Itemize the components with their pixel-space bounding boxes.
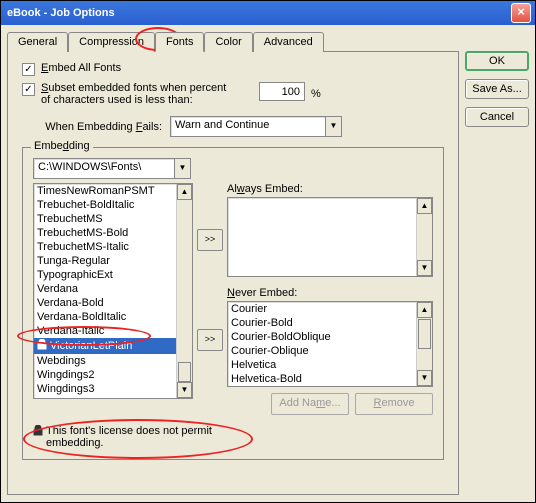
chevron-down-icon: ▼ — [325, 117, 341, 136]
scroll-thumb[interactable] — [418, 319, 431, 349]
embed-all-label: Embed All Fonts — [41, 62, 121, 74]
scrollbar[interactable]: ▲ ▼ — [176, 184, 192, 398]
lock-icon — [33, 425, 43, 439]
scroll-down-icon[interactable]: ▼ — [417, 260, 432, 276]
font-list[interactable]: TimesNewRomanPSMTTrebuchet-BoldItalicTre… — [33, 183, 193, 399]
scrollbar[interactable]: ▲ ▼ — [416, 198, 432, 276]
scroll-down-icon[interactable]: ▼ — [177, 382, 192, 398]
tab-panel-fonts: ✓ Embed All Fonts ✓ Subset embedded font… — [7, 52, 459, 495]
scrollbar[interactable]: ▲ ▼ — [416, 302, 432, 386]
when-fails-label: When Embedding Fails: — [22, 121, 162, 133]
never-item[interactable]: Courier-BoldOblique — [228, 330, 416, 344]
never-item[interactable]: Helvetica — [228, 358, 416, 372]
subset-row: ✓ Subset embedded fonts when percentof c… — [22, 82, 444, 106]
remove-button[interactable]: Remove — [355, 393, 433, 415]
embedding-group: Embedding C:\WINDOWS\Fonts\ ▼ TimesNewRo… — [22, 147, 444, 460]
scroll-up-icon[interactable]: ▲ — [417, 302, 432, 318]
font-item[interactable]: Trebuchet-BoldItalic — [34, 198, 176, 212]
license-text: This font's license does not permit embe… — [46, 425, 246, 449]
tab-color[interactable]: Color — [204, 32, 252, 52]
never-item[interactable]: Helvetica-Bold — [228, 372, 416, 386]
subset-percent-input[interactable] — [259, 82, 305, 101]
subset-label: Subset embedded fonts when percentof cha… — [41, 82, 241, 106]
ok-button[interactable]: OK — [465, 51, 529, 71]
font-item[interactable]: TrebuchetMS-Bold — [34, 226, 176, 240]
font-item[interactable]: Wingdings-Regular — [34, 396, 176, 399]
font-item[interactable]: Webdings — [34, 354, 176, 368]
font-item[interactable]: TimesNewRomanPSMT — [34, 184, 176, 198]
always-embed-list[interactable]: ▲ ▼ — [227, 197, 433, 277]
tab-strip: General Compression Fonts Color Advanced — [7, 31, 459, 52]
license-note: This font's license does not permit embe… — [33, 425, 433, 449]
tab-compression[interactable]: Compression — [68, 32, 155, 52]
lock-icon — [37, 339, 47, 353]
font-item[interactable]: TypographicExt — [34, 268, 176, 282]
percent-sign: % — [311, 88, 321, 100]
font-item[interactable]: Verdana-Bold — [34, 296, 176, 310]
embedding-group-title: Embedding — [31, 140, 93, 152]
subset-checkbox[interactable]: ✓ — [22, 83, 35, 96]
tab-fonts[interactable]: Fonts — [155, 32, 205, 52]
chevron-down-icon: ▼ — [174, 159, 190, 178]
always-embed-label: Always Embed: — [227, 183, 433, 195]
never-add-button[interactable]: >> — [197, 329, 223, 351]
font-item[interactable]: Verdana — [34, 282, 176, 296]
font-item[interactable]: Wingdings2 — [34, 368, 176, 382]
scroll-up-icon[interactable]: ▲ — [417, 198, 432, 214]
when-fails-dropdown[interactable]: Warn and Continue ▼ — [170, 116, 342, 137]
cancel-button[interactable]: Cancel — [465, 107, 529, 127]
save-as-button[interactable]: Save As... — [465, 79, 529, 99]
font-dir-dropdown[interactable]: C:\WINDOWS\Fonts\ ▼ — [33, 158, 191, 179]
font-item[interactable]: Tunga-Regular — [34, 254, 176, 268]
scroll-up-icon[interactable]: ▲ — [177, 184, 192, 200]
when-fails-row: When Embedding Fails: Warn and Continue … — [22, 116, 444, 137]
embed-all-checkbox[interactable]: ✓ — [22, 63, 35, 76]
scroll-thumb[interactable] — [178, 362, 191, 382]
font-item[interactable]: Wingdings3 — [34, 382, 176, 396]
font-item[interactable]: TrebuchetMS — [34, 212, 176, 226]
always-add-button[interactable]: >> — [197, 229, 223, 251]
font-item[interactable]: Verdana-Italic — [34, 324, 176, 338]
never-item[interactable]: Courier-Oblique — [228, 344, 416, 358]
scroll-down-icon[interactable]: ▼ — [417, 370, 432, 386]
tab-advanced[interactable]: Advanced — [253, 32, 324, 52]
font-item[interactable]: Verdana-BoldItalic — [34, 310, 176, 324]
never-item[interactable]: Courier — [228, 302, 416, 316]
window-title: eBook - Job Options — [5, 7, 511, 19]
titlebar: eBook - Job Options × — [1, 1, 535, 25]
font-item[interactable]: VictorianLetPlain — [34, 338, 176, 354]
never-item[interactable]: Courier-Bold — [228, 316, 416, 330]
add-name-button[interactable]: Add Name... — [271, 393, 349, 415]
close-button[interactable]: × — [511, 3, 531, 23]
tab-general[interactable]: General — [7, 32, 68, 52]
font-item[interactable]: TrebuchetMS-Italic — [34, 240, 176, 254]
never-embed-label: Never Embed: — [227, 287, 433, 299]
embed-all-row: ✓ Embed All Fonts — [22, 62, 444, 76]
never-embed-list[interactable]: CourierCourier-BoldCourier-BoldObliqueCo… — [227, 301, 433, 387]
